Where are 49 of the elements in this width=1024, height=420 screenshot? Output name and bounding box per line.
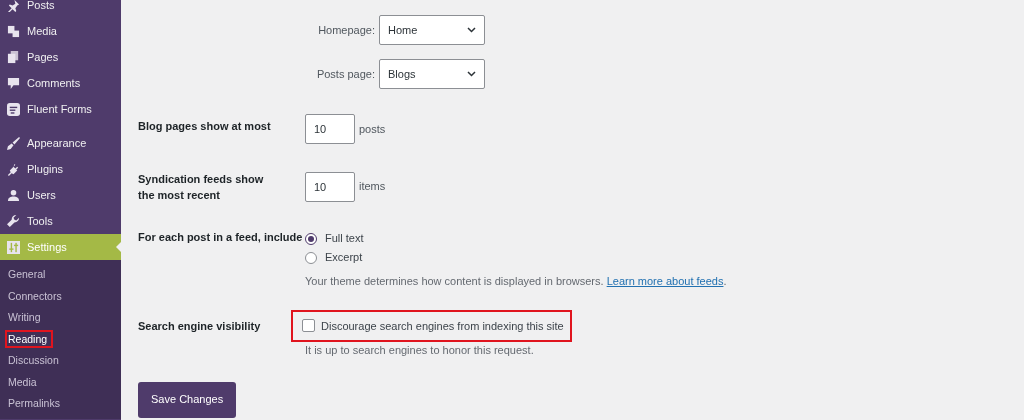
menu-item[interactable]: Pages — [0, 44, 121, 70]
sliders-icon — [7, 240, 20, 254]
submenu-item[interactable]: Media — [0, 371, 121, 393]
checkbox[interactable] — [302, 319, 315, 333]
setting-label: Blog pages show at most — [138, 119, 272, 134]
save-button[interactable]: Save Changes — [138, 381, 237, 418]
pin-icon — [7, 0, 20, 12]
menu-item[interactable]: Posts — [0, 0, 121, 18]
submenu-item[interactable]: Discussion — [0, 350, 121, 372]
option-label: Full text — [325, 231, 364, 247]
setting-label: Syndication feeds show the most recent — [138, 172, 265, 203]
field-label: Homepage: — [317, 22, 375, 38]
submenu-item[interactable]: Reading — [0, 328, 121, 350]
unit-label: items — [359, 179, 386, 195]
radio-button[interactable] — [305, 251, 317, 264]
form-icon — [7, 102, 20, 116]
setting-label: Search engine visibility — [138, 318, 262, 334]
note-text: It is up to search engines to honor this request. — [305, 343, 535, 358]
pages-icon — [7, 50, 20, 64]
menu-item[interactable]: Fluent Forms — [0, 96, 121, 122]
radio-button[interactable] — [305, 232, 317, 245]
submenu-item[interactable]: Writing — [0, 307, 121, 329]
chevron-down-icon — [467, 27, 476, 33]
option-label: Excerpt — [325, 250, 363, 266]
submenu-item[interactable]: General — [0, 264, 121, 286]
dropdown[interactable]: Home — [379, 15, 485, 45]
menu-item[interactable]: Plugins — [0, 156, 121, 182]
user-icon — [7, 188, 20, 202]
chevron-down-icon — [467, 71, 476, 77]
setting-label: For each post in a feed, include — [138, 230, 304, 245]
submenu-item[interactable]: Permalinks — [0, 393, 121, 415]
checkbox-label: Discourage search engines from indexing this site — [321, 318, 564, 334]
speech-bubble-icon — [7, 76, 20, 90]
menu-item[interactable]: Comments — [0, 70, 121, 96]
menu-item[interactable]: Appearance — [0, 130, 121, 156]
menu-item[interactable]: Users — [0, 182, 121, 208]
number-field[interactable]: 10 — [305, 171, 355, 202]
wrench-icon — [7, 214, 20, 228]
dropdown[interactable]: Blogs — [379, 59, 485, 89]
media-icon — [7, 24, 20, 38]
unit-label: posts — [359, 121, 386, 137]
description-text: Your theme determines how content is displayed in browsers. Learn more about feeds. — [305, 274, 727, 289]
field-label: Posts page: — [315, 66, 375, 82]
brush-icon — [7, 136, 20, 150]
menu-item[interactable]: Media — [0, 18, 121, 44]
plug-icon — [7, 162, 20, 176]
submenu-item[interactable]: Connectors — [0, 285, 121, 307]
number-field[interactable]: 10 — [305, 114, 355, 144]
menu-item[interactable]: Tools — [0, 208, 121, 234]
